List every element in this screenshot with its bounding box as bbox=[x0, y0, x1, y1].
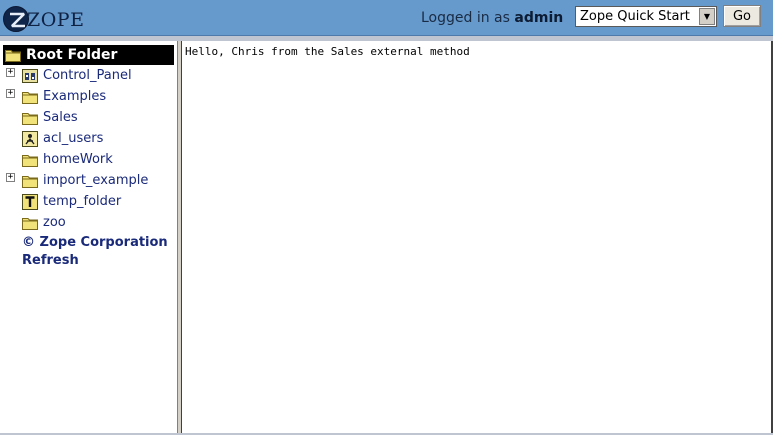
content-pane: Hello, Chris from the Sales external met… bbox=[182, 41, 773, 433]
navigator-pane: Root Folder + Control_Panel + Examples Sales… bbox=[0, 41, 178, 433]
expand-icon[interactable]: + bbox=[6, 173, 15, 182]
zope-logo-icon bbox=[3, 6, 29, 32]
tree-item-label[interactable]: import_example bbox=[43, 173, 148, 188]
folder-icon[interactable] bbox=[22, 110, 38, 126]
zope-corporation-link[interactable]: © Zope Corporation bbox=[22, 235, 168, 250]
tree-root[interactable]: Root Folder bbox=[3, 45, 174, 65]
username: admin bbox=[514, 10, 564, 26]
tree-item-acl-users[interactable]: acl_users bbox=[0, 130, 177, 150]
tree-item-zoo[interactable]: zoo bbox=[0, 214, 177, 234]
tree-item-label[interactable]: Sales bbox=[43, 110, 78, 125]
login-status: Logged in as admin bbox=[421, 10, 563, 26]
tree-item-label[interactable]: zoo bbox=[43, 215, 66, 230]
control-panel-icon[interactable] bbox=[22, 68, 38, 84]
tree-item-import-example[interactable]: + import_example bbox=[0, 172, 177, 192]
top-bar: ZOPE Logged in as admin Zope Quick Start… bbox=[0, 0, 773, 36]
folder-icon[interactable] bbox=[22, 152, 38, 168]
folder-icon bbox=[5, 50, 21, 62]
tree-item-examples[interactable]: + Examples bbox=[0, 88, 177, 108]
quick-start-selected: Zope Quick Start bbox=[580, 9, 690, 24]
folder-icon[interactable] bbox=[22, 89, 38, 105]
quick-start-select[interactable]: Zope Quick Start ▼ bbox=[575, 6, 717, 27]
temporary-folder-icon[interactable] bbox=[22, 194, 38, 210]
tree-item-temp-folder[interactable]: temp_folder bbox=[0, 193, 177, 213]
login-prefix: Logged in as bbox=[421, 10, 510, 26]
go-button[interactable]: Go bbox=[723, 5, 761, 27]
expand-icon[interactable]: + bbox=[6, 68, 15, 77]
dropdown-arrow-icon[interactable]: ▼ bbox=[699, 8, 715, 25]
zope-logo-text: ZOPE bbox=[27, 9, 85, 31]
tree-item-control-panel[interactable]: + Control_Panel bbox=[0, 67, 177, 87]
expand-icon[interactable]: + bbox=[6, 89, 15, 98]
tree-root-label: Root Folder bbox=[26, 47, 118, 63]
tree-item-label[interactable]: Control_Panel bbox=[43, 68, 132, 83]
tree-item-label[interactable]: temp_folder bbox=[43, 194, 121, 209]
folder-icon[interactable] bbox=[22, 173, 38, 189]
tree-item-sales[interactable]: Sales bbox=[0, 109, 177, 129]
folder-icon[interactable] bbox=[22, 215, 38, 231]
method-output-text: Hello, Chris from the Sales external met… bbox=[185, 45, 470, 58]
tree-item-homework[interactable]: homeWork bbox=[0, 151, 177, 171]
tree-item-label[interactable]: Examples bbox=[43, 89, 106, 104]
user-folder-icon[interactable] bbox=[22, 131, 38, 147]
tree-item-label[interactable]: homeWork bbox=[43, 152, 113, 167]
refresh-link[interactable]: Refresh bbox=[22, 253, 79, 268]
zope-logo[interactable]: ZOPE bbox=[3, 6, 84, 32]
tree-item-label[interactable]: acl_users bbox=[43, 131, 103, 146]
